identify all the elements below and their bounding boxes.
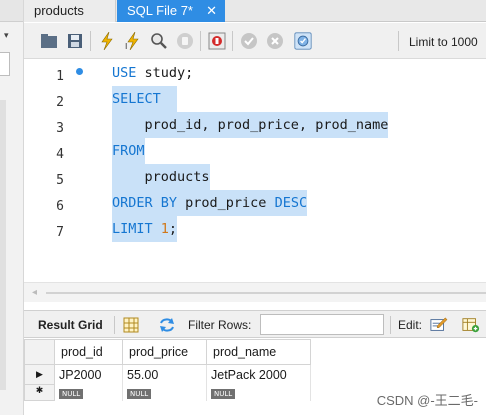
null-badge: NULL (211, 388, 236, 399)
limit-rows-select[interactable]: Limit to 1000 (409, 35, 478, 49)
chevron-down-icon[interactable]: ▾ (4, 30, 9, 41)
tab-products[interactable]: products (24, 0, 116, 22)
sql-keyword: FROM (112, 143, 145, 159)
null-badge: NULL (59, 388, 84, 399)
sql-editor[interactable]: 1 2 3 4 5 6 7 USE study; SELECT prod_id,… (24, 60, 486, 282)
line-number: 2 (56, 95, 64, 110)
result-table: prod_id prod_price prod_name ▶ JP2000 55… (24, 339, 311, 401)
sql-editor-toolbar: I Limit to 1000 (24, 23, 486, 59)
sql-text: prod_price (177, 195, 275, 211)
code-line-5: products (112, 164, 210, 190)
current-row-icon[interactable]: ▶ (24, 364, 55, 385)
left-panel-input[interactable] (0, 52, 10, 76)
filter-rows-label: Filter Rows: (188, 318, 252, 332)
watermark: CSDN @-王二毛- (376, 393, 478, 408)
table-cell[interactable]: NULL (206, 384, 311, 401)
line-number: 3 (56, 121, 64, 136)
sql-number: 1 (160, 221, 169, 237)
left-sidebar-panel: ▾ (0, 0, 24, 415)
sql-keyword: DESC (274, 195, 308, 211)
open-folder-icon[interactable] (40, 32, 58, 50)
sql-text: ; (168, 221, 178, 237)
column-header[interactable]: prod_name (206, 339, 311, 365)
svg-text:I: I (125, 42, 127, 50)
code-line-1: USE study; (112, 60, 193, 86)
table-cell[interactable]: JP2000 (54, 364, 123, 385)
line-number: 1 (56, 69, 64, 84)
row-header-corner (24, 339, 55, 365)
code-line-4: FROM (112, 138, 145, 164)
table-cell[interactable]: JetPack 2000 (206, 364, 311, 385)
table-cell[interactable]: NULL (54, 384, 123, 401)
toolbar-separator (200, 31, 201, 51)
toolbar-separator (90, 31, 91, 51)
commit-check-icon[interactable] (240, 32, 258, 50)
result-grid-toolbar: Result Grid Filter Rows: Edit: (24, 310, 486, 338)
code-line-2: SELECT (112, 86, 178, 112)
grid-layout-icon[interactable] (122, 316, 140, 334)
sql-keyword: SELECT (112, 91, 161, 107)
column-header[interactable]: prod_id (54, 339, 123, 365)
sql-text: study; (136, 65, 194, 81)
null-badge: NULL (127, 388, 152, 399)
table-cell[interactable]: 55.00 (122, 364, 207, 385)
scroll-left-icon[interactable]: ◂ (32, 287, 37, 298)
new-row-marker-icon: ✱ (24, 384, 55, 401)
rollback-icon[interactable] (266, 32, 284, 50)
sql-text: prod_id, prod_price, prod_name (112, 117, 389, 133)
tab-label: products (34, 3, 84, 18)
table-cell[interactable]: NULL (122, 384, 207, 401)
line-number: 4 (56, 147, 64, 162)
save-icon[interactable] (66, 32, 84, 50)
left-panel-scrollbar[interactable] (0, 100, 6, 390)
sql-keyword: USE (112, 65, 137, 81)
column-header[interactable]: prod_price (122, 339, 207, 365)
toolbar-separator (398, 31, 399, 51)
line-number: 5 (56, 173, 64, 188)
tab-label: SQL File 7* (127, 3, 193, 18)
refresh-icon[interactable] (158, 316, 176, 334)
filter-rows-input[interactable] (260, 314, 384, 335)
left-panel-header (0, 0, 23, 22)
edit-pencil-icon[interactable] (430, 316, 448, 334)
execute-lightning-icon[interactable] (98, 32, 116, 50)
code-line-3: prod_id, prod_price, prod_name (112, 112, 389, 138)
statement-marker-icon (76, 68, 83, 75)
sql-keyword: LIMIT (112, 221, 153, 237)
code-line-6: ORDER BY prod_price DESC (112, 190, 308, 216)
toolbar-separator (390, 316, 391, 334)
result-grid-label[interactable]: Result Grid (38, 318, 103, 332)
scrollbar-thumb[interactable] (46, 292, 486, 294)
autocommit-icon[interactable] (294, 32, 312, 50)
new-row[interactable]: ✱ NULL NULL NULL (24, 384, 311, 401)
line-number: 7 (56, 225, 64, 240)
toggle-error-icon[interactable] (208, 32, 226, 50)
stop-icon[interactable] (176, 32, 194, 50)
toolbar-separator (114, 316, 115, 334)
add-row-icon[interactable] (462, 316, 480, 334)
tab-sql-file[interactable]: SQL File 7* ✕ (117, 0, 225, 22)
table-row[interactable]: ▶ JP2000 55.00 JetPack 2000 (24, 364, 311, 385)
close-icon[interactable]: ✕ (206, 0, 217, 22)
editor-tab-bar: products SQL File 7* ✕ (24, 0, 486, 22)
line-number: 6 (56, 199, 64, 214)
edit-label: Edit: (398, 318, 423, 332)
explain-magnifier-icon[interactable] (150, 32, 168, 50)
toolbar-separator (232, 31, 233, 51)
execute-cursor-lightning-icon[interactable]: I (124, 32, 142, 50)
code-line-7: LIMIT 1; (112, 216, 178, 242)
sql-keyword: ORDER BY (112, 195, 178, 211)
editor-horizontal-scrollbar[interactable]: ◂ (24, 282, 486, 302)
sql-text: products (112, 169, 210, 185)
